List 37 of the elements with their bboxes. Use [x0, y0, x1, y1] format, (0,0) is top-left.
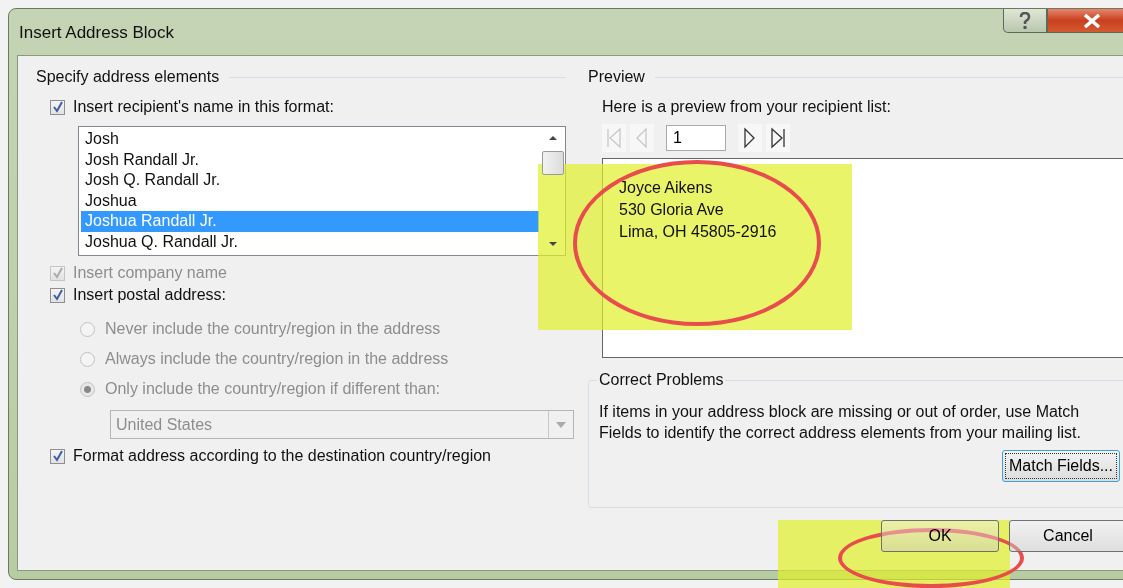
problem-text: If items in your address block are missing or out of order, use Match Fields to identify the correct address elements from your mailing list.: [599, 402, 1082, 443]
list-item[interactable]: Josh: [81, 129, 539, 150]
checkbox[interactable]: [50, 448, 65, 464]
checkbox-label: Insert company name: [73, 264, 227, 282]
radio-label: Never include the country/region in the address: [105, 320, 441, 338]
close-icon: [1082, 13, 1102, 28]
match-fields-button[interactable]: Match Fields...: [1001, 450, 1120, 482]
address-line: Lima, OH 45805-2916: [619, 222, 778, 242]
section-title: Preview: [588, 68, 645, 86]
record-number-field[interactable]: 1: [666, 125, 726, 151]
checkbox[interactable]: [50, 287, 65, 303]
scroll-down-icon[interactable]: [548, 241, 558, 247]
dialog-button[interactable]: OK: [881, 520, 999, 552]
address-line: Joyce Aikens: [619, 178, 714, 198]
radio-label: Only include the country/region if different than:: [105, 380, 440, 398]
scroll-thumb[interactable]: [542, 151, 564, 175]
help-button[interactable]: [1003, 9, 1047, 33]
radio-label: Always include the country/region in the address: [105, 350, 449, 368]
dialog-button[interactable]: Cancel: [1009, 520, 1123, 552]
close-button[interactable]: [1047, 9, 1123, 33]
list-item[interactable]: Josh Randall Jr.: [81, 149, 539, 171]
section-title: Specify address elements: [36, 68, 220, 86]
checkbox-label: Insert postal address:: [73, 286, 226, 304]
checkbox-label: Format address according to the destination country/region: [73, 447, 491, 465]
checkbox-label: Insert recipient's name in this format:: [73, 98, 334, 116]
address-line: 530 Gloria Ave: [619, 200, 725, 220]
last-record-icon[interactable]: [770, 127, 786, 149]
dropdown-arrow-icon: [556, 421, 566, 428]
checkbox[interactable]: [50, 99, 65, 115]
name-format-list[interactable]: Josh Josh Randall Jr. Josh Q. Randall Jr. Joshua Joshua Randall Jr. Joshua Q. Randall Jr.: [78, 126, 566, 256]
window-title: Insert Address Block: [19, 23, 174, 43]
list-item[interactable]: Joshua: [81, 190, 539, 212]
list-item[interactable]: Josh Q. Randall Jr.: [81, 170, 539, 191]
preview-hint: Here is a preview from your recipient list:: [602, 98, 892, 117]
list-item[interactable]: Joshua Q. Randall Jr.: [81, 231, 539, 253]
question-mark-icon: [1018, 11, 1032, 30]
scroll-up-icon[interactable]: [548, 135, 558, 141]
